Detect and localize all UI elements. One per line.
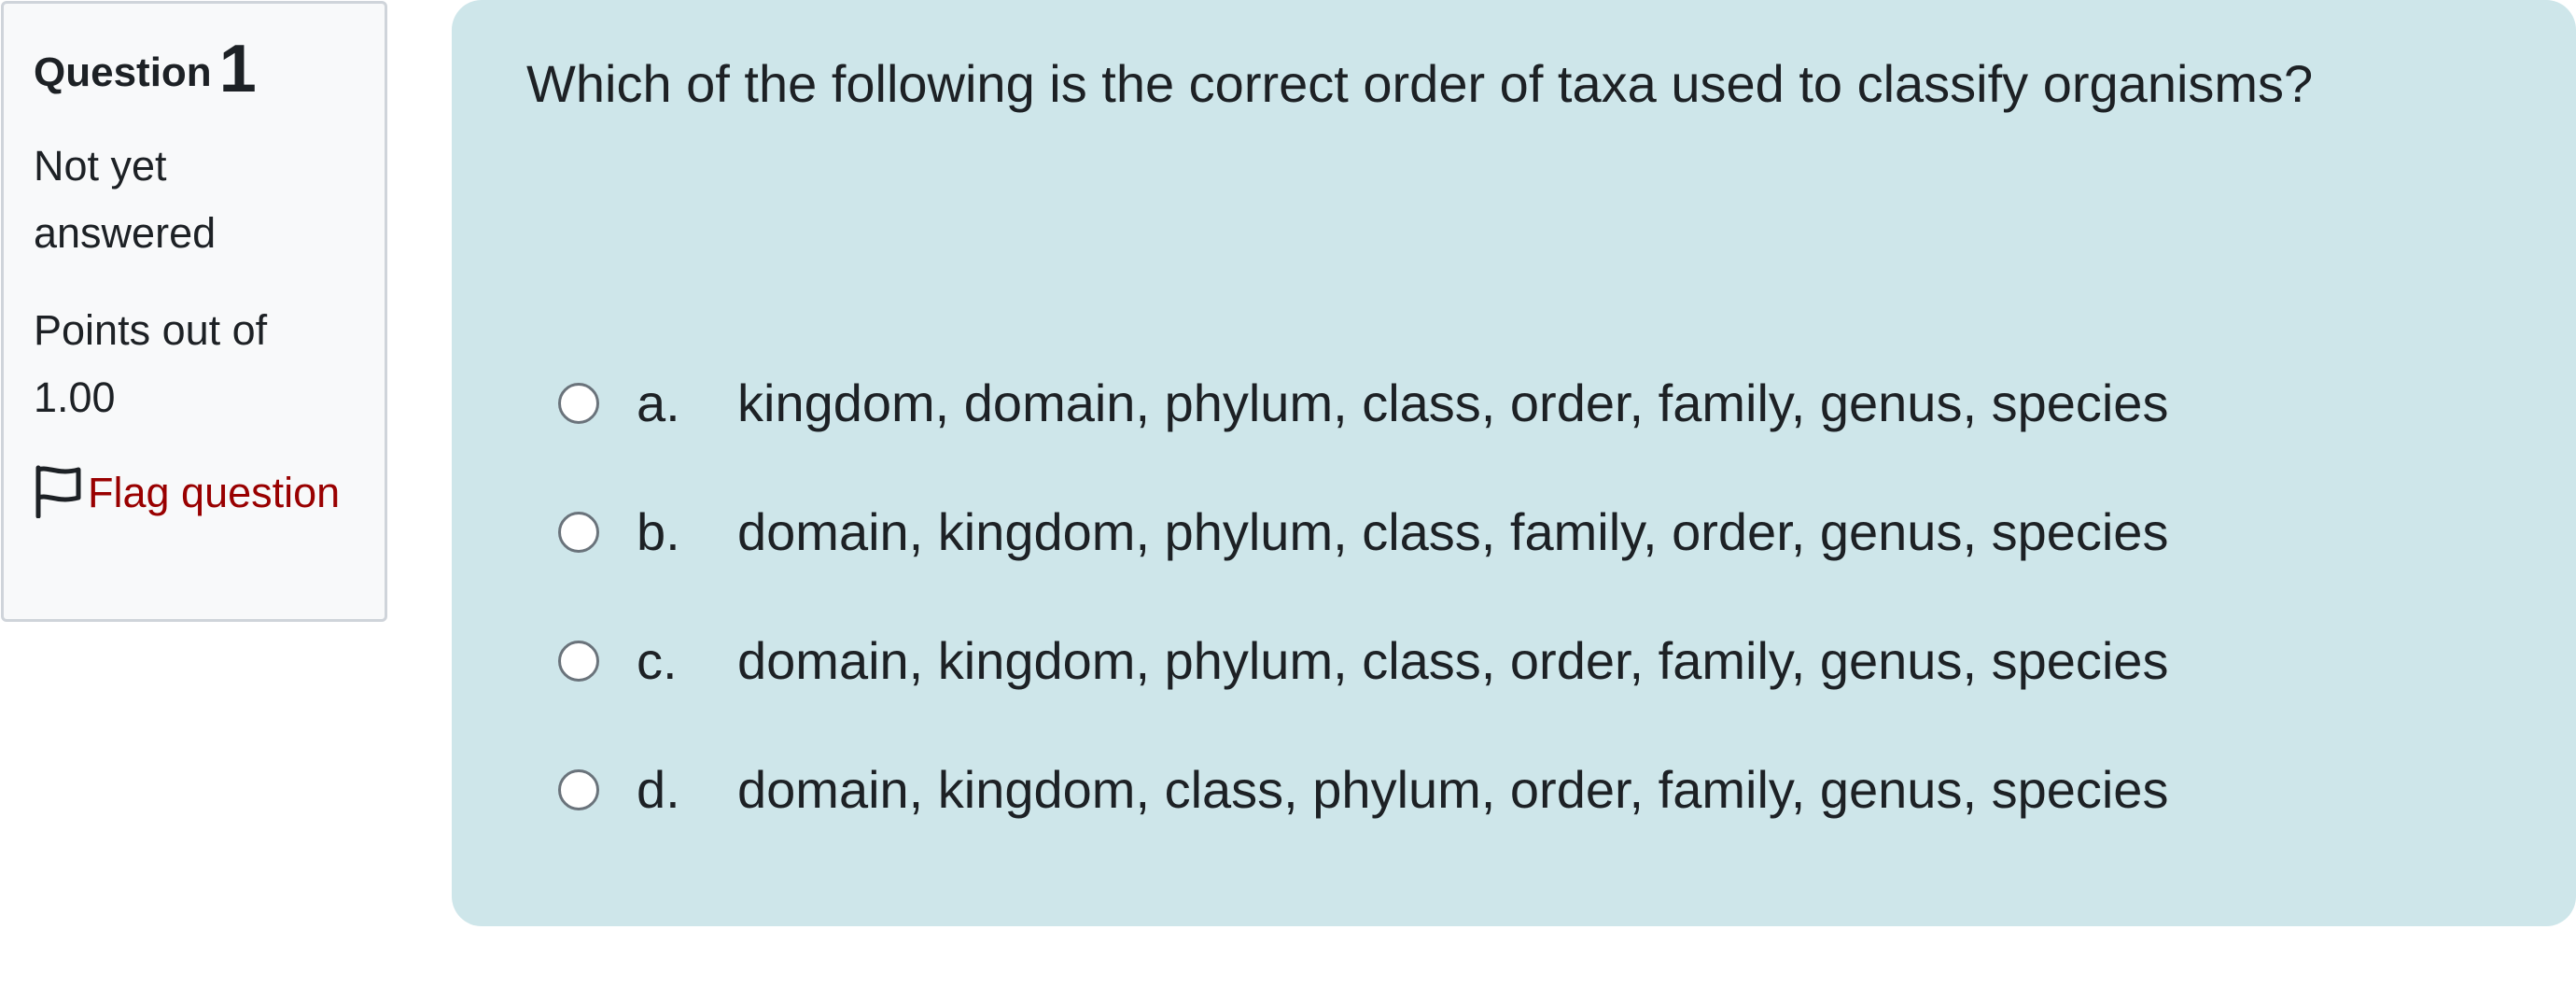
flag-question-link[interactable]: Flag question	[34, 459, 342, 527]
question-number: 1	[218, 32, 257, 106]
flag-icon	[34, 464, 82, 519]
answer-letter: b.	[637, 502, 680, 561]
answer-letter: c.	[637, 631, 678, 690]
answer-text[interactable]: kingdom, domain, phylum, class, order, f…	[737, 366, 2168, 441]
answer-text[interactable]: domain, kingdom, class, phylum, order, f…	[737, 753, 2168, 827]
radio-button[interactable]	[558, 512, 599, 553]
question-content: Which of the following is the correct or…	[452, 0, 2576, 926]
answer-text[interactable]: domain, kingdom, phylum, class, family, …	[737, 495, 2168, 570]
question-info-panel: Question 1 Not yet answered Points out of…	[1, 1, 387, 622]
answer-text[interactable]: domain, kingdom, phylum, class, order, f…	[737, 624, 2168, 698]
question-text: Which of the following is the correct or…	[526, 54, 2314, 113]
answer-letter: a.	[637, 373, 680, 432]
question-state: Not yet answered	[34, 142, 217, 257]
radio-button[interactable]	[558, 769, 599, 810]
question-grade: Points out of 1.00	[34, 306, 268, 421]
radio-button[interactable]	[558, 641, 599, 682]
question-number-heading: Question 1	[34, 35, 385, 103]
flag-question-label: Flag question	[88, 469, 341, 516]
question-label: Question	[34, 49, 212, 95]
answer-letter: d.	[637, 760, 680, 819]
radio-button[interactable]	[558, 383, 599, 424]
